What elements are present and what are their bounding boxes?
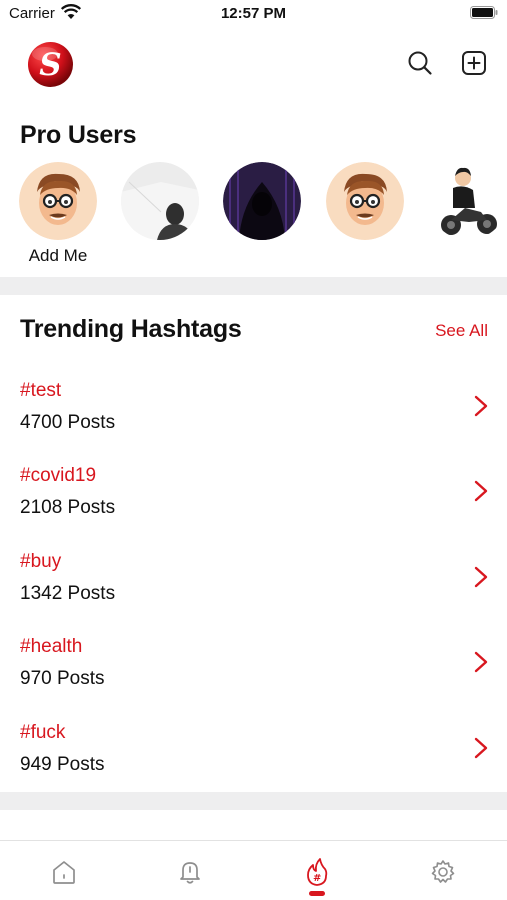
memoji-avatar bbox=[326, 162, 404, 240]
tab-hashtags[interactable]: # bbox=[302, 857, 332, 887]
tab-home[interactable] bbox=[49, 857, 79, 887]
section-divider bbox=[0, 277, 507, 295]
hashtag-row[interactable]: #fuck 949 Posts bbox=[0, 722, 507, 800]
status-time: 12:57 PM bbox=[220, 5, 287, 22]
hashtag-name: #buy bbox=[20, 551, 62, 572]
pro-users-title: Pro Users bbox=[20, 121, 137, 149]
tab-bar: # bbox=[0, 840, 507, 900]
hashtag-name: #health bbox=[20, 636, 83, 657]
pro-user-item[interactable] bbox=[121, 162, 199, 246]
chevron-right-icon bbox=[474, 566, 488, 588]
hashtag-post-count: 970 Posts bbox=[20, 668, 105, 689]
pro-user-item[interactable] bbox=[223, 162, 301, 246]
pro-users-row: Add Me bbox=[0, 162, 507, 272]
app-logo[interactable]: S bbox=[27, 41, 74, 88]
pro-user-item[interactable] bbox=[326, 162, 404, 246]
memoji-avatar bbox=[19, 162, 97, 240]
hashtag-row[interactable]: #test 4700 Posts bbox=[0, 380, 507, 458]
hashtag-post-count: 949 Posts bbox=[20, 754, 105, 775]
hashtag-row[interactable]: #buy 1342 Posts bbox=[0, 551, 507, 629]
tab-notifications[interactable] bbox=[175, 857, 205, 887]
pro-user-item[interactable]: Add Me bbox=[19, 162, 97, 266]
see-all-link[interactable]: See All bbox=[435, 321, 488, 341]
hashtag-name: #test bbox=[20, 380, 62, 401]
hashtag-fire-icon: # bbox=[307, 858, 328, 886]
pro-user-label: Add Me bbox=[28, 246, 88, 265]
svg-text:#: # bbox=[313, 873, 321, 884]
search-button[interactable] bbox=[405, 48, 435, 78]
tab-settings[interactable] bbox=[428, 857, 458, 887]
home-icon bbox=[53, 861, 75, 884]
hooded-figure-avatar bbox=[223, 162, 301, 240]
pro-user-item[interactable] bbox=[429, 162, 507, 246]
motorcycle-avatar bbox=[429, 162, 507, 240]
battery-icon bbox=[470, 6, 498, 19]
add-post-button[interactable] bbox=[459, 48, 489, 78]
top-nav: S bbox=[0, 38, 507, 90]
bell-icon bbox=[180, 862, 200, 884]
chevron-right-icon bbox=[474, 651, 488, 673]
chevron-right-icon bbox=[474, 737, 488, 759]
photo-avatar-man bbox=[121, 162, 199, 240]
hashtag-name: #covid19 bbox=[20, 465, 97, 486]
hashtag-row[interactable]: #health 970 Posts bbox=[0, 636, 507, 714]
status-bar: Carrier 12:57 PM bbox=[0, 0, 507, 28]
trending-hashtags-title: Trending Hashtags bbox=[20, 315, 242, 343]
active-tab-indicator bbox=[309, 891, 325, 896]
hashtag-name: #fuck bbox=[20, 722, 66, 743]
chevron-right-icon bbox=[474, 480, 488, 502]
hashtag-post-count: 4700 Posts bbox=[20, 412, 116, 433]
hashtag-row[interactable]: #covid19 2108 Posts bbox=[0, 465, 507, 543]
search-icon bbox=[408, 51, 432, 75]
hashtag-post-count: 1342 Posts bbox=[20, 583, 116, 604]
chevron-right-icon bbox=[474, 395, 488, 417]
gear-icon bbox=[431, 860, 455, 883]
hashtag-post-count: 2108 Posts bbox=[20, 497, 116, 518]
logo-letter: S bbox=[39, 47, 61, 83]
plus-square-icon bbox=[462, 51, 486, 75]
section-divider bbox=[0, 792, 507, 810]
